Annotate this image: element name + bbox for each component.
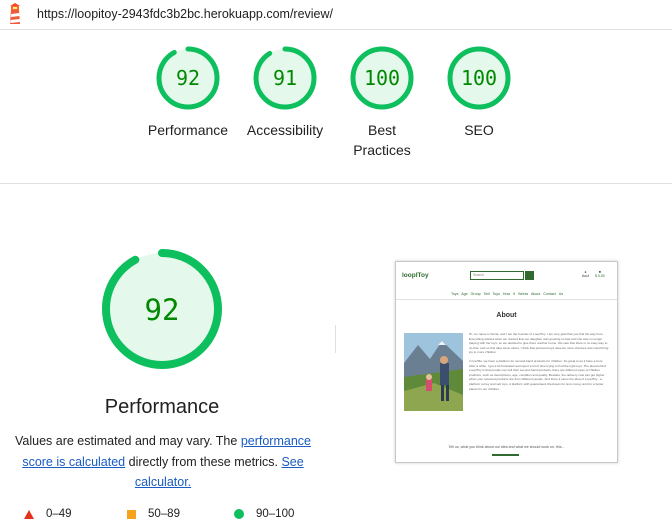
score-value: 92 — [176, 66, 200, 90]
search-icon — [525, 271, 534, 280]
section-divider — [335, 325, 336, 353]
gauge-performance[interactable]: 92 Performance — [140, 46, 236, 140]
footer-bar — [492, 454, 519, 456]
score-value: 100 — [461, 66, 497, 90]
legend-average: 50–89 — [127, 508, 180, 520]
about-text: Hi, me name is Sonia, and I am the found… — [469, 332, 609, 391]
bag-icon: ■ $ 0.00 — [595, 270, 605, 278]
gauge-accessibility[interactable]: 91 Accessibility — [237, 46, 333, 140]
gauge-seo[interactable]: 100 SEO — [431, 46, 527, 140]
legend-range: 0–49 — [46, 508, 72, 520]
account-icon: ● Acct — [582, 270, 589, 278]
lighthouse-logo-icon — [10, 3, 20, 24]
note-text: directly from these metrics. — [125, 454, 282, 469]
score-legend: 0–49 50–89 90–100 — [24, 508, 324, 524]
score-gauge: 92 — [156, 46, 220, 110]
performance-score: 92 — [145, 293, 180, 327]
category-label: Best Practices — [353, 122, 411, 158]
legend-fail: 0–49 — [24, 508, 72, 520]
performance-gauge: 92 — [102, 249, 222, 369]
nav-divider — [396, 299, 617, 300]
performance-title: Performance — [104, 396, 220, 418]
gauge-best-practices[interactable]: 100 Best Practices — [334, 46, 430, 160]
score-gauge: 100 — [350, 46, 414, 110]
triangle-icon — [24, 509, 34, 519]
category-label: Performance — [147, 122, 229, 138]
score-value: 100 — [364, 66, 400, 90]
legend-range: 50–89 — [148, 508, 180, 520]
circle-icon — [234, 509, 244, 519]
bag-total: $ 0.00 — [595, 274, 605, 278]
site-nav: Toys Age Group Sell Toys How It Works Ab… — [451, 292, 564, 296]
score-gauge: 91 — [253, 46, 317, 110]
footer-text: Tell us, what you think about our idea a… — [448, 445, 565, 449]
performance-section: 92 Performance Values are estimated and … — [0, 185, 672, 531]
performance-note: Values are estimated and may vary. The p… — [14, 431, 312, 493]
category-label: SEO — [464, 122, 494, 138]
scores-summary: 92 Performance 91 Accessibility 100 Best… — [0, 30, 672, 184]
url-bar: https://loopitoy-2943fdc3b2bc.herokuapp.… — [0, 0, 672, 30]
legend-range: 90–100 — [256, 508, 295, 520]
category-label: Accessibility — [246, 122, 324, 138]
report-url[interactable]: https://loopitoy-2943fdc3b2bc.herokuapp.… — [37, 7, 333, 21]
square-icon — [127, 509, 136, 519]
site-search-input: Search — [470, 271, 524, 280]
account-label: Acct — [582, 274, 589, 278]
score-gauge: 100 — [447, 46, 511, 110]
site-brand: loopIToy — [402, 272, 429, 279]
page-screenshot[interactable]: loopIToy Search ● Acct ■ $ 0.00 Toys Age G… — [395, 261, 618, 463]
about-paragraph: Hi, me name is Sonia, and I am the found… — [469, 332, 609, 355]
about-paragraph: In IceHila, we have a platform for secon… — [469, 358, 606, 391]
family-photo — [404, 333, 463, 411]
score-value: 91 — [273, 66, 297, 90]
legend-pass: 90–100 — [234, 508, 294, 520]
about-heading: About — [496, 312, 517, 319]
note-text: Values are estimated and may vary. The — [15, 434, 241, 448]
